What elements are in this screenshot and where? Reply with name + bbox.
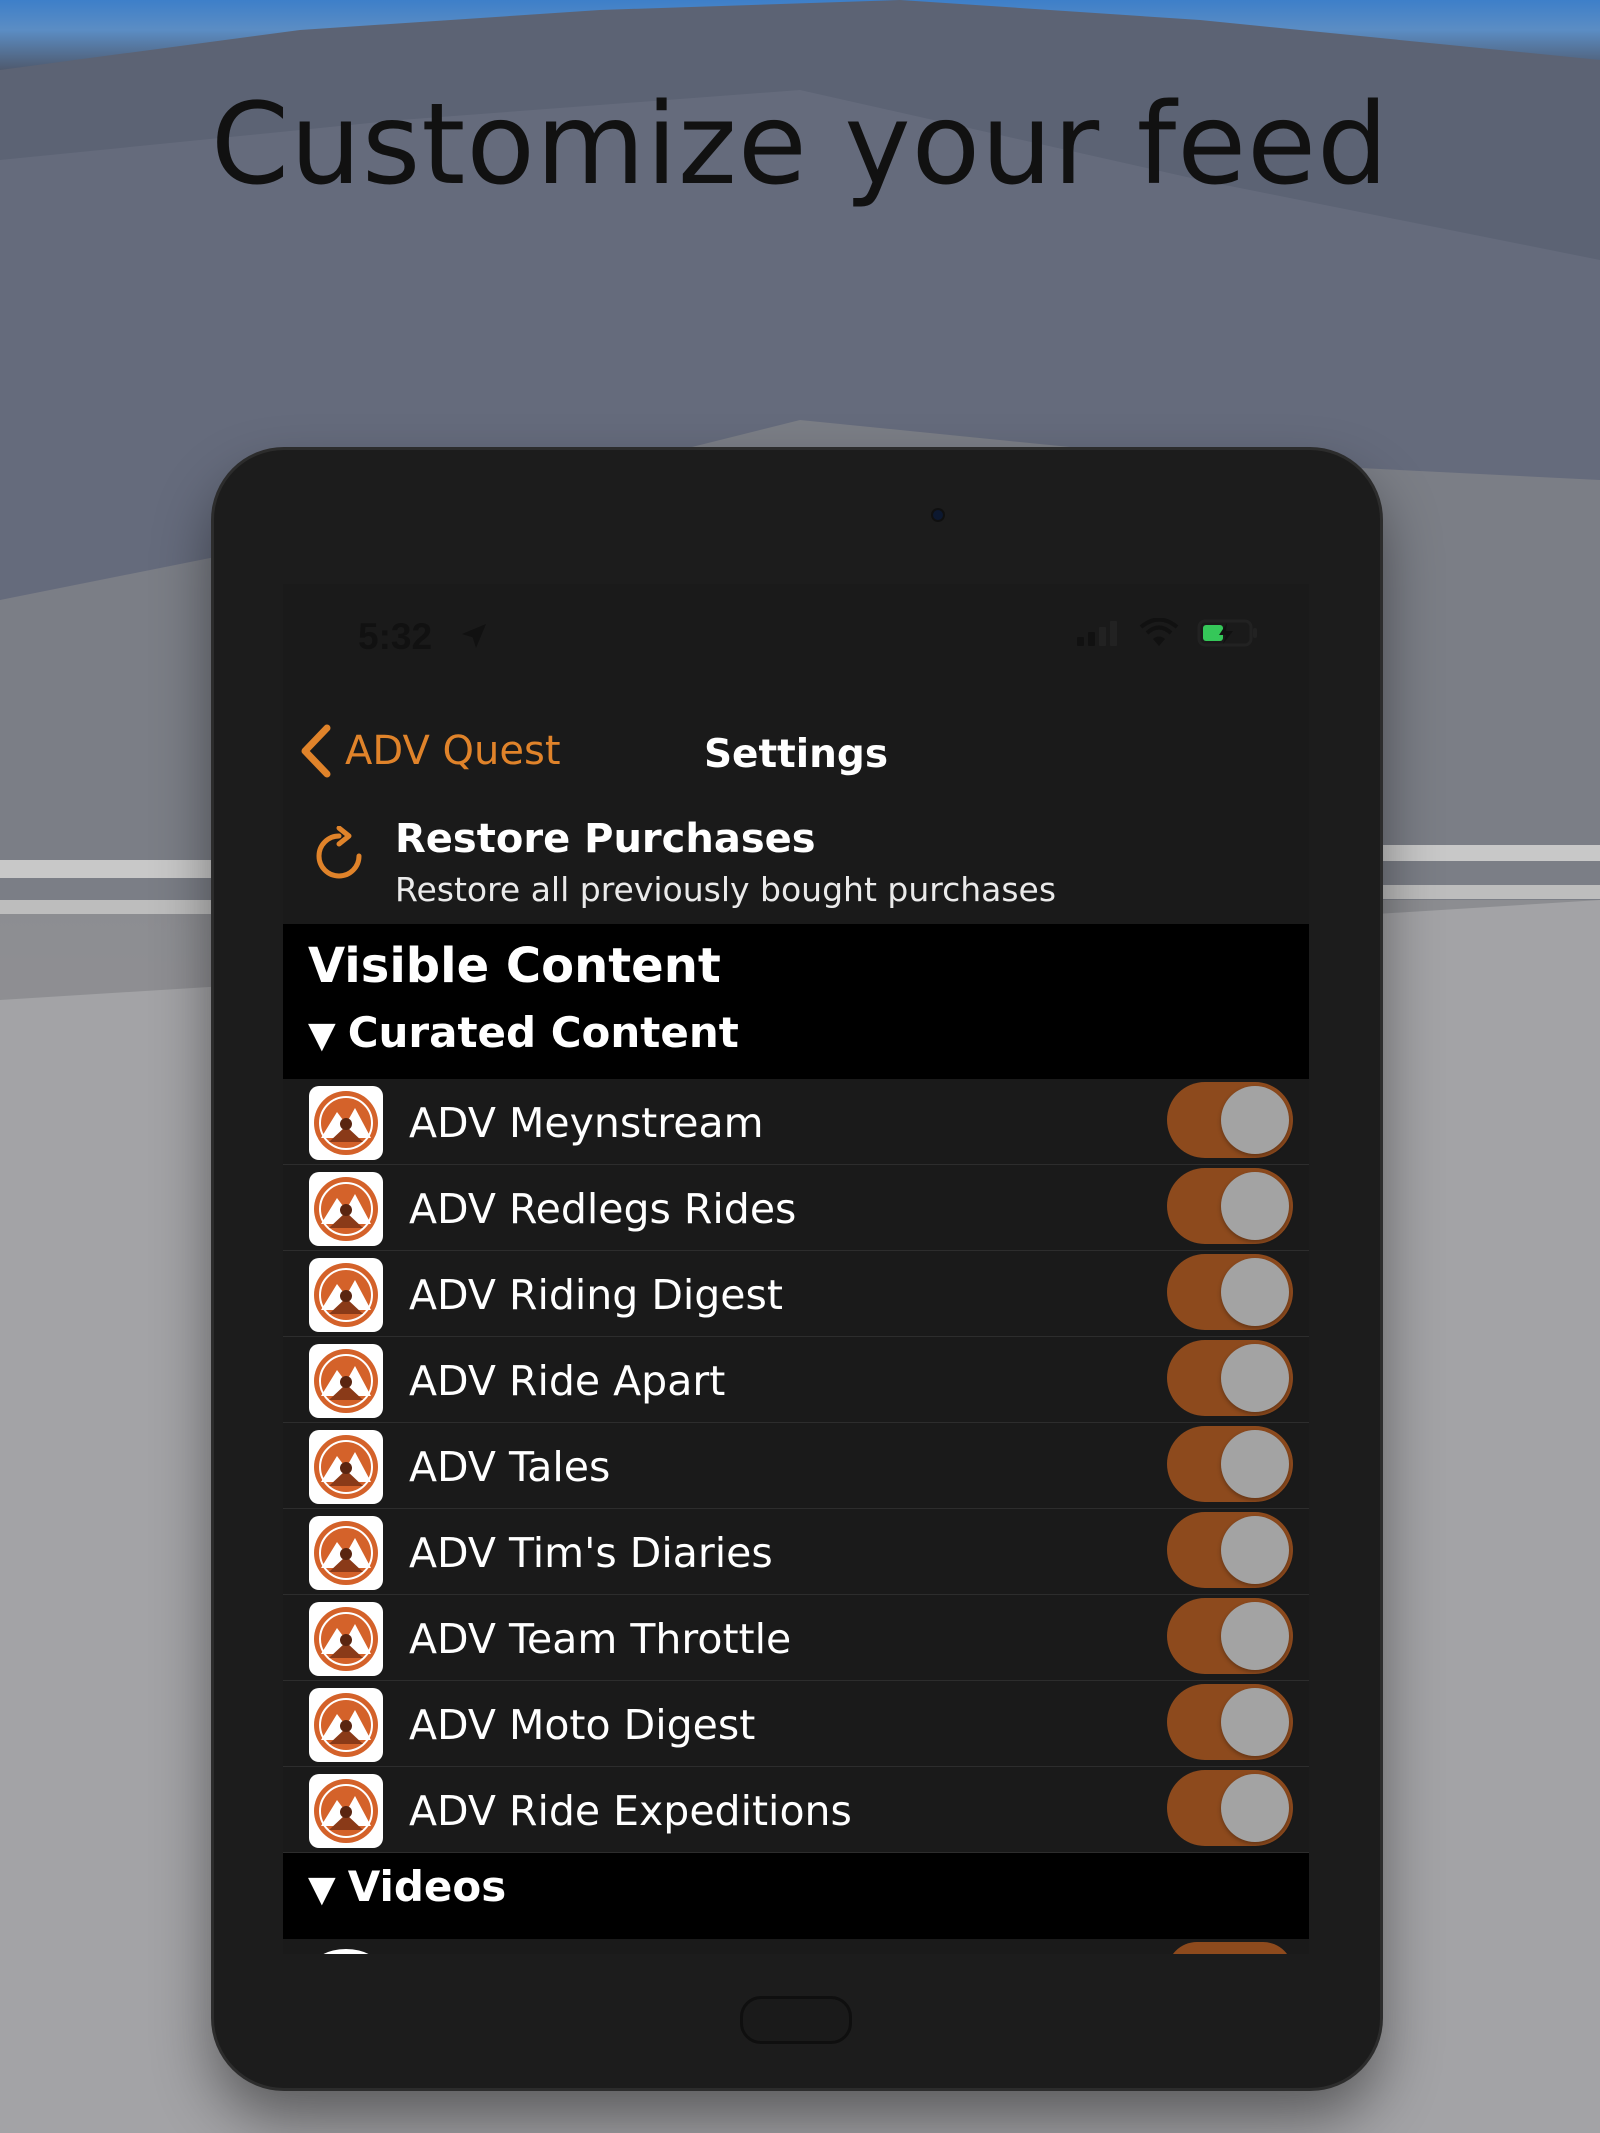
list-item: ADV Ride Expeditions	[283, 1767, 1309, 1853]
list-item: ADV Ride Apart	[283, 1337, 1309, 1423]
list-item-partial	[283, 1939, 1309, 1954]
toggle-switch[interactable]	[1167, 1512, 1293, 1588]
list-item-label: ADV Redlegs Rides	[409, 1185, 797, 1233]
toggle-knob	[1221, 1516, 1289, 1584]
toggle-switch[interactable]	[1167, 1340, 1293, 1416]
toggle-knob	[1221, 1086, 1289, 1154]
group-label: Videos	[347, 1862, 507, 1911]
list-item-label: ADV Moto Digest	[409, 1701, 756, 1749]
adv-logo-icon	[309, 1258, 383, 1332]
curated-list: ADV Meynstream ADV Redlegs Rides ADV Ridin…	[283, 1079, 1309, 1853]
toggle-switch[interactable]	[1167, 1254, 1293, 1330]
list-item: ADV Meynstream	[283, 1079, 1309, 1165]
toggle-switch[interactable]	[1167, 1168, 1293, 1244]
headline: Customize your feed	[210, 80, 1390, 210]
list-item-label: ADV Ride Expeditions	[409, 1787, 852, 1835]
restore-title: Restore Purchases	[395, 816, 816, 862]
toggle-switch[interactable]	[1167, 1082, 1293, 1158]
toggle-knob	[1221, 1430, 1289, 1498]
tablet-frame: 5:32 ADV Quest Settings Restore Purchase…	[214, 450, 1380, 2088]
toggle-knob	[1221, 1344, 1289, 1412]
section-title: Visible Content	[308, 938, 721, 994]
list-item-label: ADV Riding Digest	[409, 1271, 783, 1319]
list-item-label: ADV Meynstream	[409, 1099, 764, 1147]
toggle-knob	[1221, 1602, 1289, 1670]
disclosure-triangle-icon: ▼	[308, 1869, 336, 1910]
adv-logo-icon	[309, 1086, 383, 1160]
signal-icon	[1077, 621, 1117, 646]
battery-icon	[1197, 619, 1257, 647]
list-item: ADV Moto Digest	[283, 1681, 1309, 1767]
toggle-switch[interactable]	[1167, 1684, 1293, 1760]
list-item: ADV Team Throttle	[283, 1595, 1309, 1681]
toggle-switch[interactable]	[1167, 1770, 1293, 1846]
group-label: Curated Content	[347, 1008, 739, 1057]
adv-logo-icon	[309, 1602, 383, 1676]
list-item-label: ADV Team Throttle	[409, 1615, 792, 1663]
status-time: 5:32	[358, 616, 433, 657]
adv-logo-icon	[309, 1430, 383, 1504]
toggle-knob	[1221, 1258, 1289, 1326]
status-bar: 5:32	[283, 584, 1309, 694]
list-item: ADV Redlegs Rides	[283, 1165, 1309, 1251]
adv-logo-icon	[309, 1172, 383, 1246]
toggle-knob	[1221, 1688, 1289, 1756]
adv-logo-icon	[309, 1688, 383, 1762]
video-logo-icon	[323, 1949, 369, 1954]
restore-purchases-row[interactable]: Restore Purchases Restore all previously…	[283, 804, 1309, 924]
toggle-switch[interactable]	[1167, 1426, 1293, 1502]
list-item: ADV Tim's Diaries	[283, 1509, 1309, 1595]
list-item-label: ADV Tales	[409, 1443, 611, 1491]
adv-logo-icon	[309, 1774, 383, 1848]
group-header-videos[interactable]: ▼ Videos	[308, 1862, 506, 1911]
wifi-icon	[1139, 618, 1179, 646]
app-screen: 5:32 ADV Quest Settings Restore Purchase…	[283, 584, 1309, 1954]
toggle-switch[interactable]	[1167, 1942, 1293, 1954]
list-item: ADV Tales	[283, 1423, 1309, 1509]
refresh-icon	[316, 826, 362, 879]
camera	[933, 510, 943, 520]
location-arrow-icon	[462, 624, 486, 648]
home-button[interactable]	[740, 1996, 852, 2044]
list-item-label: ADV Ride Apart	[409, 1357, 726, 1405]
toggle-switch[interactable]	[1167, 1598, 1293, 1674]
adv-logo-icon	[309, 1516, 383, 1590]
toggle-knob	[1221, 1172, 1289, 1240]
restore-subtitle: Restore all previously bought purchases	[395, 870, 1057, 909]
list-item-label: ADV Tim's Diaries	[409, 1529, 773, 1577]
toggle-knob	[1221, 1774, 1289, 1842]
navigation-bar: ADV Quest Settings	[283, 694, 1309, 804]
adv-logo-icon	[309, 1344, 383, 1418]
group-header-curated[interactable]: ▼ Curated Content	[308, 1008, 739, 1057]
disclosure-triangle-icon: ▼	[308, 1015, 336, 1056]
list-item: ADV Riding Digest	[283, 1251, 1309, 1337]
page-title: Settings	[703, 732, 889, 777]
